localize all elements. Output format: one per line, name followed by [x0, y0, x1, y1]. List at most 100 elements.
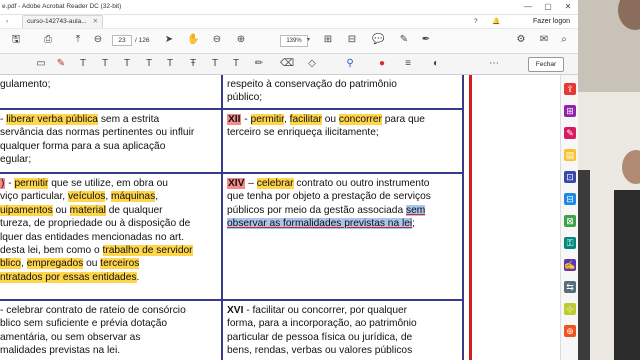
highlight-pen-icon[interactable]: ✎	[398, 34, 410, 46]
left-cell-1: gulamento;	[0, 78, 50, 91]
scroll-mode-icon[interactable]: ⊟	[346, 34, 358, 46]
left-cell-3: ) - permitir que se utilize, em obra ou …	[0, 177, 193, 284]
sticky-note-icon[interactable]: ▭	[35, 57, 47, 70]
pdf-page[interactable]: gulamento; - liberar verba pública sem a…	[0, 75, 560, 360]
select-cursor-icon[interactable]: ➤	[163, 34, 175, 46]
right-cell-xiv: XIV – celebrar contrato ou outro instrum…	[227, 177, 431, 231]
window-title: e.pdf - Adobe Acrobat Reader DC (32-bit)	[2, 3, 122, 10]
person-body	[614, 190, 640, 360]
callout-icon[interactable]: T	[209, 57, 221, 70]
tab-document[interactable]: curso-142743-aula... ✕	[22, 15, 104, 28]
text-line: observar as formalidades previstas na le…	[227, 218, 416, 230]
minimize-button[interactable]: —	[518, 0, 538, 14]
comment-icon[interactable]: 💬	[372, 34, 384, 46]
close-comment-toolbar-button[interactable]: Fechar	[528, 57, 564, 72]
more-tools-icon[interactable]: ⚙	[515, 34, 527, 46]
text-line: servância das normas pertinentes ou infl…	[0, 127, 195, 139]
zoom-field[interactable]: 139%	[280, 35, 308, 47]
text-line: desta lei, bem como o trabalho de servid…	[0, 245, 193, 257]
text-line: público;	[227, 92, 263, 104]
page-margin	[472, 75, 560, 360]
save-icon[interactable]: 🖫	[10, 34, 22, 46]
search-icon[interactable]: ⌕	[558, 34, 570, 46]
text-line: blico sem suficiente e prévia dotação	[0, 318, 168, 330]
table-border-right	[462, 75, 469, 360]
title-bar: e.pdf - Adobe Acrobat Reader DC (32-bit)…	[0, 0, 578, 15]
maximize-button[interactable]: ▢	[538, 0, 558, 14]
zoom-in-icon[interactable]: ⊕	[235, 34, 247, 46]
page-up-icon[interactable]: ⊖	[92, 34, 104, 46]
color-picker-icon[interactable]: ●	[376, 57, 388, 70]
login-link[interactable]: Fazer logon	[533, 15, 570, 28]
page-margin-rule	[469, 75, 472, 360]
fill-sign-icon[interactable]: ✍	[564, 259, 576, 271]
shapes-icon[interactable]: ◇	[306, 57, 318, 70]
text-line: respeito à conservação do patrimônio	[227, 79, 397, 90]
insert-text-icon[interactable]: T	[143, 57, 155, 70]
text-line: ntratados por essas entidades.	[0, 271, 140, 283]
eraser-icon[interactable]: ⌫	[280, 57, 294, 70]
right-cell-xii: XII - permitir, facilitar ou concorrer p…	[227, 113, 425, 140]
webcam-video	[578, 0, 640, 360]
comment-tool-icon[interactable]: ▤	[564, 149, 576, 161]
comment-toolbar: ▭ ✎ T T T T T Ŧ T T ✏ ⌫ ◇ ⚲ ● ≡ ◐ ⋯ Fech…	[0, 54, 578, 75]
stamp-icon[interactable]: ⚲	[344, 57, 356, 70]
article-numeral: XIV	[227, 178, 246, 189]
text-line: XVI - facilitar ou concorrer, por qualqu…	[227, 305, 408, 316]
highlight-text-icon[interactable]: ✎	[55, 57, 67, 70]
strikethrough-icon[interactable]: T	[99, 57, 111, 70]
text-line: qualquer forma para a sua aplicação	[0, 140, 166, 152]
send-for-review-icon[interactable]: ⇆	[564, 281, 576, 293]
table-divider	[221, 75, 223, 360]
hand-tool-icon[interactable]: ✋	[187, 34, 199, 46]
zoom-out-icon[interactable]: ⊖	[211, 34, 223, 46]
scan-icon[interactable]: ⊠	[564, 215, 576, 227]
text-box-icon[interactable]: Ŧ	[187, 57, 199, 70]
fit-page-icon[interactable]: ⊞	[322, 34, 334, 46]
text-line: tureza, de propriedade ou à disposição d…	[0, 218, 191, 230]
text-line: terceiro se enriqueça ilicitamente;	[227, 127, 379, 139]
table-row-border	[0, 108, 462, 110]
right-cell-1: respeito à conservação do patrimônio púb…	[227, 78, 397, 105]
more-tools-sidebar-icon[interactable]: ⊕	[564, 325, 576, 337]
add-text-icon[interactable]: T	[164, 57, 176, 70]
line-width-icon[interactable]: ≡	[402, 57, 414, 70]
table-row-border	[0, 299, 462, 301]
text-line: viço particular, veículos, máquinas,	[0, 191, 159, 203]
main-toolbar: 🖫 ⎙ ⤒ ⊖ ⊕ 23/ 126 ➤ ✋ ⊖ ⊕ 139% ▾ ⊞ ⊟ 💬 ✎…	[0, 29, 578, 54]
create-pdf-icon[interactable]: ⊞	[564, 105, 576, 117]
share-icon[interactable]: ✉	[538, 34, 550, 46]
protect-icon[interactable]: ⚿	[564, 237, 576, 249]
table-row-border	[0, 172, 462, 174]
page-number-input[interactable]: 23	[112, 35, 132, 46]
zoom-dropdown-icon[interactable]: ▾	[307, 36, 310, 43]
export-pdf-icon[interactable]: ⇪	[564, 83, 576, 95]
edit-pdf-icon[interactable]: ✎	[564, 127, 576, 139]
replace-text-icon[interactable]: T	[121, 57, 133, 70]
text-line: públicos por meio da gestão associada se…	[227, 204, 426, 216]
close-tab-icon[interactable]: ✕	[93, 18, 98, 25]
right-cell-xvi: XVI - facilitar ou concorrer, por qualqu…	[227, 304, 417, 358]
combine-files-icon[interactable]: ⊡	[564, 171, 576, 183]
sign-icon[interactable]: ✒	[420, 34, 432, 46]
text-line: XIV – celebrar contrato ou outro instrum…	[227, 178, 430, 189]
text-line: - celebrar contrato de rateio de consórc…	[0, 305, 186, 316]
close-window-button[interactable]: ✕	[558, 0, 578, 14]
measure-icon[interactable]: ⊹	[564, 303, 576, 315]
underline-text-icon[interactable]: T	[77, 57, 89, 70]
left-cell-2: - liberar verba pública sem a estrita se…	[0, 113, 194, 167]
upload-icon[interactable]: ⤒	[72, 34, 84, 46]
print-icon[interactable]: ⎙	[42, 34, 54, 46]
opacity-icon[interactable]: ◐	[430, 57, 442, 70]
pencil-icon[interactable]: ✏	[253, 57, 265, 70]
text-line: ) - permitir que se utilize, em obra ou	[0, 178, 168, 189]
organize-pages-icon[interactable]: ⊟	[564, 193, 576, 205]
comment-settings-icon[interactable]: ⋯	[488, 57, 500, 70]
text-line: bens, rendas, verbas ou valores públicos	[227, 345, 413, 357]
notifications-icon[interactable]: 🔔	[488, 16, 504, 28]
text-line: malidades previstas na lei.	[0, 345, 121, 357]
article-numeral: XVI	[227, 305, 244, 316]
help-icon[interactable]: ?	[470, 16, 482, 28]
text-field-icon[interactable]: T	[230, 57, 242, 70]
home-tab-icon[interactable]: ‹	[2, 16, 12, 28]
